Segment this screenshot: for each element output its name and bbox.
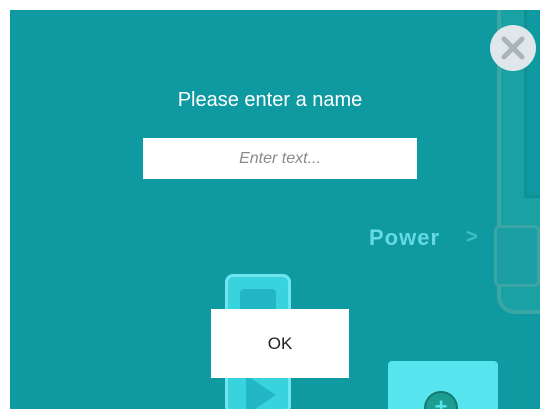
add-block-card: + xyxy=(388,361,498,409)
name-input[interactable] xyxy=(143,138,417,179)
close-x-icon xyxy=(501,36,525,60)
plus-circle-icon: + xyxy=(424,391,458,409)
chevron-right-icon: > xyxy=(466,226,478,248)
close-button[interactable] xyxy=(490,25,536,71)
background-slot xyxy=(494,225,540,287)
ok-button[interactable]: OK xyxy=(211,309,349,378)
power-label: Power xyxy=(369,225,441,250)
dialog-title: Please enter a name xyxy=(177,89,363,111)
app-screen: Power > + Please enter a name OK xyxy=(10,10,540,409)
play-triangle-icon xyxy=(246,375,276,409)
